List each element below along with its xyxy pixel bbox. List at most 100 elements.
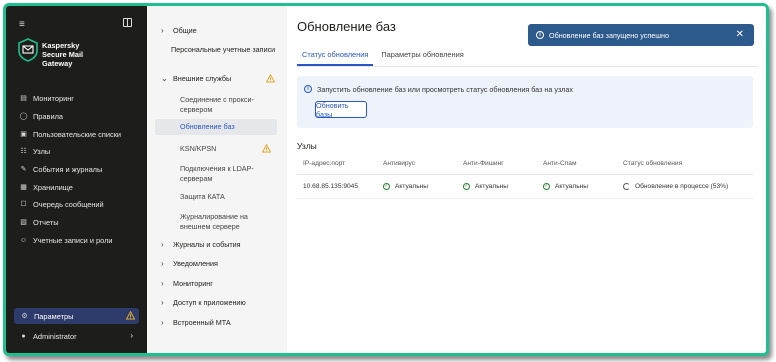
table-row-divider	[297, 198, 753, 199]
sidebar-nav: ▤ Мониторинг ◯ Правила ▣ Пользовательски…	[6, 90, 147, 249]
tree-item-label: Соединение с прокси-сервером	[180, 95, 254, 114]
queue-icon: ☐	[20, 201, 27, 209]
sidebar-item-settings[interactable]: ⚙ Параметры	[14, 308, 139, 324]
column-header-antivirus[interactable]: Антивирус	[383, 160, 415, 167]
chevron-right-icon: ›	[161, 279, 164, 288]
sidebar-item-nodes[interactable]: ☷ Узлы	[6, 143, 147, 161]
brand-line-1: Kaspersky	[42, 41, 80, 50]
tree-item-proxy[interactable]: Соединение с прокси-сервером	[155, 92, 277, 118]
update-databases-button[interactable]: Обновить базы	[315, 101, 367, 119]
monitoring-icon: ▤	[20, 95, 27, 103]
admin-menu[interactable]: ● Administrator ›	[6, 327, 147, 345]
sidebar-item-label: Узлы	[33, 147, 51, 157]
app-window: ≡ Kaspersky Secure Mail Gateway ▤ Монито…	[3, 3, 769, 356]
tree-item-label: Журналирование на внешнем сервере	[180, 212, 248, 231]
book-icon[interactable]	[123, 18, 132, 27]
settings-tree: › Общие Персональные учетные записи ⌄ Вн…	[147, 6, 287, 353]
admin-label: Administrator	[33, 331, 77, 341]
chevron-right-icon: ›	[161, 26, 164, 35]
kaspersky-shield-icon	[18, 38, 38, 62]
check-circle-icon: ✓	[383, 183, 390, 190]
tab-update-status[interactable]: Статус обновления	[297, 48, 374, 66]
toast-text: Обновление баз запущено успешно	[549, 31, 669, 40]
sidebar-header: ≡	[6, 16, 147, 32]
sidebar-item-label: Очередь сообщений	[33, 200, 104, 210]
logo-text: Kaspersky Secure Mail Gateway	[42, 41, 83, 68]
sidebar-item-label: Правила	[33, 112, 64, 122]
tree-item-logs-events[interactable]: › Журналы и события	[161, 240, 281, 250]
accounts-icon: ☺	[19, 236, 28, 244]
chevron-right-icon: ›	[161, 240, 164, 249]
tree-item-external-logging[interactable]: Журналирование на внешнем сервере	[155, 209, 277, 235]
toast-notification: i Обновление баз запущено успешно ✕	[528, 24, 754, 46]
storage-icon: ▦	[20, 183, 27, 191]
tree-item-builtin-mta[interactable]: › Встроенный МТА	[161, 318, 281, 328]
tree-item-general[interactable]: › Общие	[161, 26, 281, 36]
cell-status-text: Обновление в процессе (53%)	[635, 183, 729, 190]
tree-item-app-access[interactable]: › Доступ к приложению	[161, 298, 281, 308]
sidebar-item-rules[interactable]: ◯ Правила	[6, 108, 147, 126]
close-icon[interactable]: ✕	[736, 29, 744, 40]
rules-icon: ◯	[19, 113, 28, 121]
chevron-right-icon: ›	[161, 259, 164, 268]
sidebar-item-reports[interactable]: ▧ Отчеты	[6, 214, 147, 232]
sidebar-item-label: Параметры	[34, 311, 74, 321]
chevron-down-icon: ⌄	[161, 74, 168, 83]
tree-item-label: Журналы и события	[173, 240, 241, 249]
reports-icon: ▧	[20, 219, 27, 227]
column-header-antispam[interactable]: Анти-Спам	[543, 160, 576, 167]
sidebar-bottom: ⚙ Параметры ● Administrator ›	[6, 308, 147, 345]
sidebar-item-accounts[interactable]: ☺ Учетные записи и роли	[6, 232, 147, 250]
warning-icon	[126, 311, 135, 320]
brand-line-3: Gateway	[42, 59, 73, 68]
cell-ip-text: 10.68.85.135:9045	[303, 183, 359, 190]
events-icon: ✎	[20, 166, 27, 174]
sidebar-item-label: Пользовательские списки	[33, 129, 122, 139]
tree-item-label: Внешние службы	[173, 74, 232, 83]
tree-item-kata[interactable]: Защита КАТА	[155, 189, 277, 205]
sidebar-item-label: Отчеты	[33, 218, 59, 228]
gear-icon: ⚙	[21, 312, 28, 320]
tree-item-db-update[interactable]: Обновление баз	[155, 119, 277, 135]
tree-item-label: Встроенный МТА	[173, 318, 231, 327]
warning-icon	[266, 74, 275, 83]
info-icon: i	[536, 31, 544, 39]
tree-item-label: Персональные учетные записи	[171, 45, 276, 54]
cell-status: Обновление в процессе (53%)	[623, 183, 728, 190]
tree-item-label: Доступ к приложению	[173, 298, 246, 307]
cell-antispam-text: Актуальны	[555, 183, 589, 190]
column-header-status[interactable]: Статус обновления	[623, 160, 682, 167]
tab-bar: Статус обновления Параметры обновления	[297, 48, 472, 66]
tree-item-ksn[interactable]: KSN/KPSN	[155, 141, 277, 157]
sidebar-item-label: Хранилище	[33, 182, 73, 192]
tree-item-label: Мониторинг	[173, 279, 213, 288]
chevron-right-icon: ›	[130, 331, 133, 340]
sidebar-item-label: События и журналы	[33, 165, 103, 175]
check-circle-icon: ✓	[543, 183, 550, 190]
spinner-icon	[623, 183, 630, 190]
column-header-antiphishing[interactable]: Анти-Фишинг	[463, 160, 504, 167]
tree-item-ldap[interactable]: Подключения к LDAP-серверам	[155, 161, 277, 187]
sidebar-item-storage[interactable]: ▦ Хранилище	[6, 178, 147, 196]
sidebar-item-monitoring[interactable]: ▤ Мониторинг	[6, 90, 147, 108]
tree-item-label: Общие	[173, 26, 197, 35]
cell-antiphishing-text: Актуальны	[475, 183, 509, 190]
cell-ip: 10.68.85.135:9045	[303, 183, 358, 190]
tree-item-personal-accounts[interactable]: Персональные учетные записи	[171, 45, 279, 55]
tree-item-notifications[interactable]: › Уведомления	[161, 259, 281, 269]
chevron-right-icon: ›	[161, 318, 164, 327]
main-content: Обновление баз Статус обновления Парамет…	[287, 6, 766, 353]
nodes-icon: ☷	[20, 148, 27, 156]
table-header-divider	[297, 174, 753, 175]
tree-item-monitoring[interactable]: › Мониторинг	[161, 279, 281, 289]
tree-item-label: Защита КАТА	[180, 192, 225, 201]
tree-item-external-services[interactable]: ⌄ Внешние службы	[161, 74, 281, 84]
cell-antiphishing: ✓ Актуальны	[463, 183, 508, 190]
sidebar-item-queue[interactable]: ☐ Очередь сообщений	[6, 196, 147, 214]
tab-update-settings[interactable]: Параметры обновления	[376, 48, 468, 66]
sidebar-item-events[interactable]: ✎ События и журналы	[6, 161, 147, 179]
sidebar-item-label: Учетные записи и роли	[33, 235, 113, 245]
menu-icon[interactable]: ≡	[19, 19, 25, 30]
sidebar-item-user-lists[interactable]: ▣ Пользовательские списки	[6, 125, 147, 143]
column-header-ip[interactable]: IP-адрес:порт	[303, 160, 345, 167]
